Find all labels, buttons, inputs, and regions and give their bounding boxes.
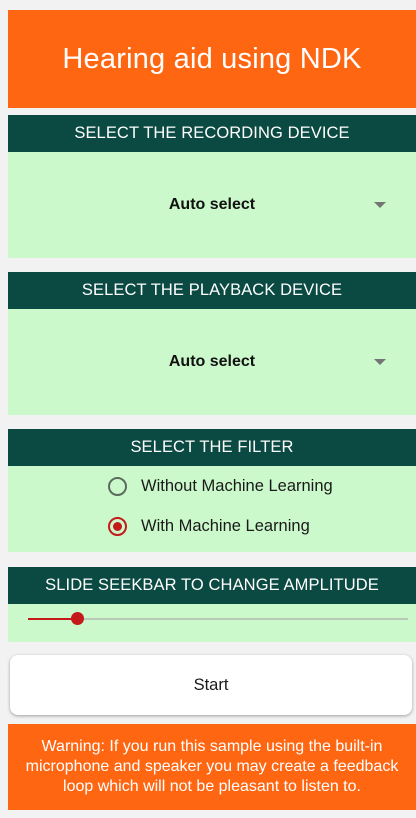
start-button[interactable]: Start bbox=[10, 655, 412, 715]
filter-header-label: SELECT THE FILTER bbox=[130, 438, 294, 456]
caret-down-icon bbox=[374, 202, 386, 208]
seekbar-progress bbox=[28, 618, 78, 620]
filter-panel: Without Machine Learning With Machine Le… bbox=[8, 466, 416, 552]
playback-device-header: SELECT THE PLAYBACK DEVICE bbox=[8, 272, 416, 309]
radio-option-with-ml[interactable]: With Machine Learning bbox=[108, 517, 310, 536]
radio-option-without-ml[interactable]: Without Machine Learning bbox=[108, 477, 333, 496]
playback-device-header-label: SELECT THE PLAYBACK DEVICE bbox=[81, 281, 343, 299]
amplitude-seekbar[interactable] bbox=[8, 604, 416, 642]
seekbar-track bbox=[28, 618, 408, 620]
recording-device-spinner[interactable]: Auto select bbox=[8, 152, 416, 258]
amplitude-header: SLIDE SEEKBAR TO CHANGE AMPLITUDE bbox=[8, 567, 416, 604]
amplitude-panel bbox=[8, 604, 416, 642]
playback-device-panel: Auto select bbox=[8, 309, 416, 415]
start-button-label: Start bbox=[193, 675, 229, 694]
seekbar-thumb[interactable] bbox=[70, 612, 84, 625]
recording-device-selected: Auto select bbox=[168, 196, 256, 213]
radio-unchecked-icon[interactable] bbox=[108, 477, 127, 496]
recording-device-header-label: SELECT THE RECORDING DEVICE bbox=[74, 124, 350, 142]
warning-text: Warning: If you run this sample using th… bbox=[25, 738, 399, 795]
filter-header: SELECT THE FILTER bbox=[8, 429, 416, 466]
caret-down-icon bbox=[374, 359, 386, 365]
playback-device-selected: Auto select bbox=[168, 353, 256, 370]
recording-device-header: SELECT THE RECORDING DEVICE bbox=[8, 115, 416, 152]
app-bar: Hearing aid using NDK bbox=[8, 10, 416, 108]
radio-label-with-ml: With Machine Learning bbox=[141, 517, 310, 535]
app-title: Hearing aid using NDK bbox=[62, 42, 362, 75]
warning-banner: Warning: If you run this sample using th… bbox=[8, 724, 416, 810]
radio-label-without-ml: Without Machine Learning bbox=[141, 477, 333, 495]
amplitude-header-label: SLIDE SEEKBAR TO CHANGE AMPLITUDE bbox=[45, 576, 379, 594]
radio-checked-icon[interactable] bbox=[108, 517, 127, 536]
recording-device-panel: Auto select bbox=[8, 152, 416, 258]
playback-device-spinner[interactable]: Auto select bbox=[8, 309, 416, 415]
